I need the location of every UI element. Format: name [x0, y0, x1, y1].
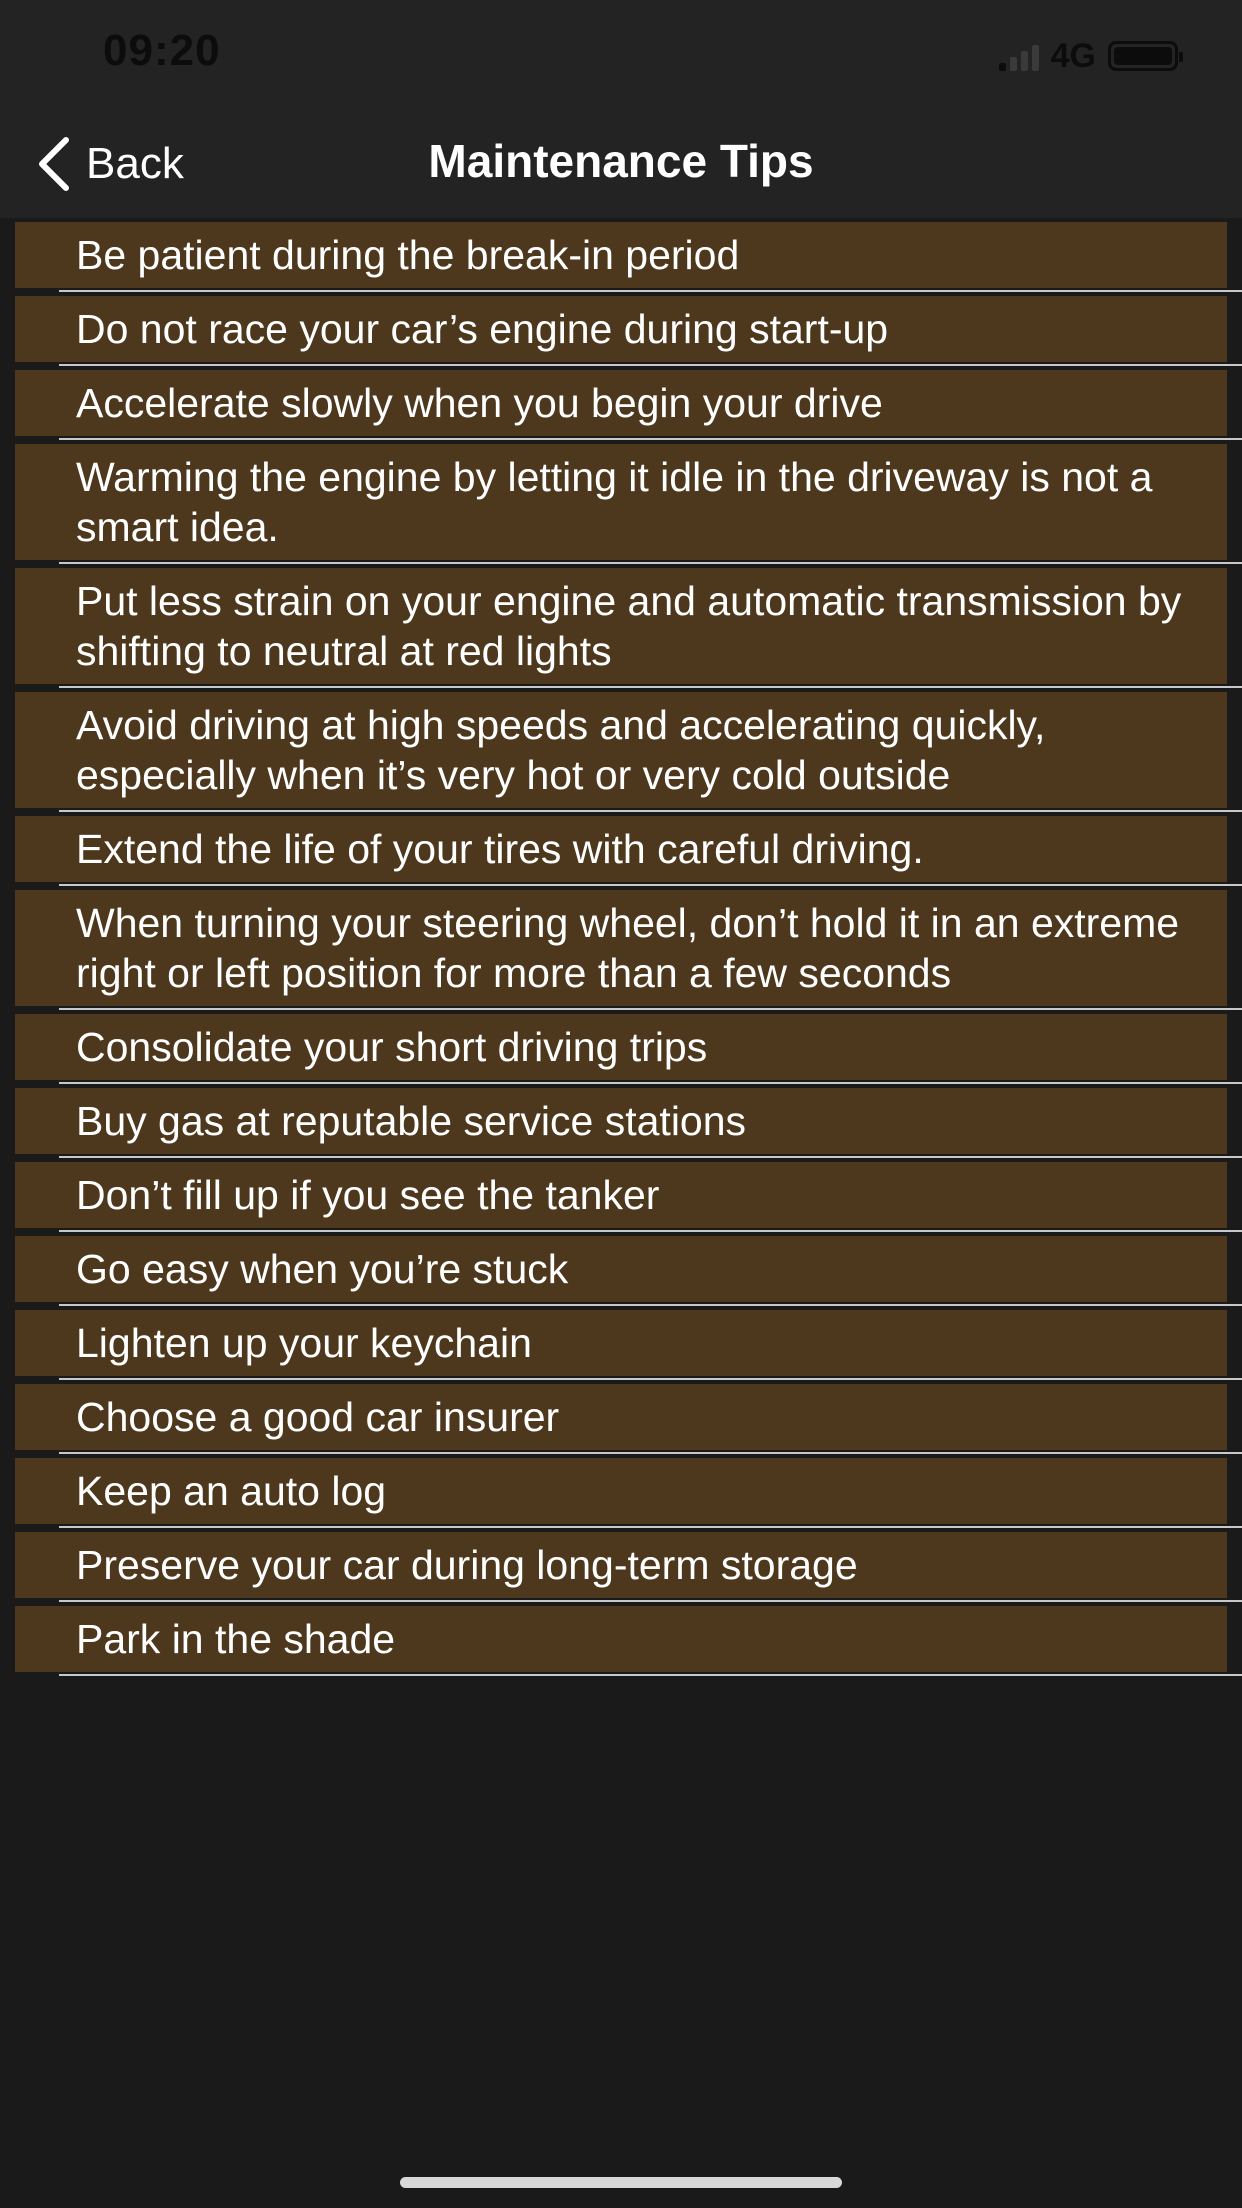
tip-text: Buy gas at reputable service stations	[76, 1098, 747, 1144]
tip-text: Do not race your car’s engine during sta…	[76, 306, 889, 352]
row-separator	[59, 1230, 1242, 1232]
navigation-bar: Back Maintenance Tips	[0, 108, 1242, 218]
tip-text: Extend the life of your tires with caref…	[76, 826, 924, 872]
tip-item[interactable]: Avoid driving at high speeds and acceler…	[0, 692, 1242, 812]
tip-item[interactable]: Keep an auto log	[0, 1458, 1242, 1528]
tip-item[interactable]: Put less strain on your engine and autom…	[0, 568, 1242, 688]
tip-text: Accelerate slowly when you begin your dr…	[76, 380, 883, 426]
row-separator	[59, 686, 1242, 688]
tip-text: Keep an auto log	[76, 1468, 387, 1514]
row-separator	[59, 1156, 1242, 1158]
row-separator	[59, 1452, 1242, 1454]
row-separator	[59, 1008, 1242, 1010]
tip-item[interactable]: Warming the engine by letting it idle in…	[0, 444, 1242, 564]
tip-text: Lighten up your keychain	[76, 1320, 532, 1366]
row-separator	[59, 884, 1242, 886]
status-indicators: 4G	[998, 36, 1183, 75]
row-separator	[59, 438, 1242, 440]
row-separator	[59, 1674, 1242, 1676]
row-separator	[59, 1600, 1242, 1602]
row-separator	[59, 562, 1242, 564]
tip-item[interactable]: Consolidate your short driving trips	[0, 1014, 1242, 1084]
row-separator	[59, 364, 1242, 366]
row-separator	[59, 1378, 1242, 1380]
row-separator	[59, 810, 1242, 812]
tip-text: Don’t fill up if you see the tanker	[76, 1172, 660, 1218]
tip-item[interactable]: Park in the shade	[0, 1606, 1242, 1676]
status-time: 09:20	[103, 26, 221, 75]
tip-item[interactable]: Don’t fill up if you see the tanker	[0, 1162, 1242, 1232]
tip-text: Avoid driving at high speeds and acceler…	[76, 702, 1046, 798]
page-title: Maintenance Tips	[428, 135, 814, 187]
tip-text: Put less strain on your engine and autom…	[76, 578, 1182, 674]
tip-text: Go easy when you’re stuck	[76, 1246, 569, 1292]
network-label: 4G	[1050, 36, 1096, 75]
tip-item[interactable]: When turning your steering wheel, don’t …	[0, 890, 1242, 1010]
tip-text: Park in the shade	[76, 1616, 396, 1662]
signal-icon	[998, 41, 1039, 71]
tip-item[interactable]: Go easy when you’re stuck	[0, 1236, 1242, 1306]
battery-icon	[1108, 41, 1183, 71]
tip-item[interactable]: Do not race your car’s engine during sta…	[0, 296, 1242, 366]
tips-list: Be patient during the break-in period Do…	[0, 218, 1242, 1676]
row-separator	[59, 1304, 1242, 1306]
tip-item[interactable]: Buy gas at reputable service stations	[0, 1088, 1242, 1158]
tip-text: Preserve your car during long-term stora…	[76, 1542, 858, 1588]
home-indicator[interactable]	[400, 2177, 842, 2188]
tip-text: Warming the engine by letting it idle in…	[76, 454, 1153, 550]
row-separator	[59, 290, 1242, 292]
row-separator	[59, 1082, 1242, 1084]
row-separator	[59, 1526, 1242, 1528]
tip-item[interactable]: Choose a good car insurer	[0, 1384, 1242, 1454]
tip-text: Be patient during the break-in period	[76, 232, 740, 278]
tip-item[interactable]: Be patient during the break-in period	[0, 222, 1242, 292]
status-bar: 09:20 4G	[0, 0, 1242, 108]
tip-text: Consolidate your short driving trips	[76, 1024, 708, 1070]
tip-item[interactable]: Extend the life of your tires with caref…	[0, 816, 1242, 886]
tip-item[interactable]: Lighten up your keychain	[0, 1310, 1242, 1380]
tip-item[interactable]: Accelerate slowly when you begin your dr…	[0, 370, 1242, 440]
tip-text: When turning your steering wheel, don’t …	[76, 900, 1180, 996]
tip-text: Choose a good car insurer	[76, 1394, 560, 1440]
tip-item[interactable]: Preserve your car during long-term stora…	[0, 1532, 1242, 1602]
